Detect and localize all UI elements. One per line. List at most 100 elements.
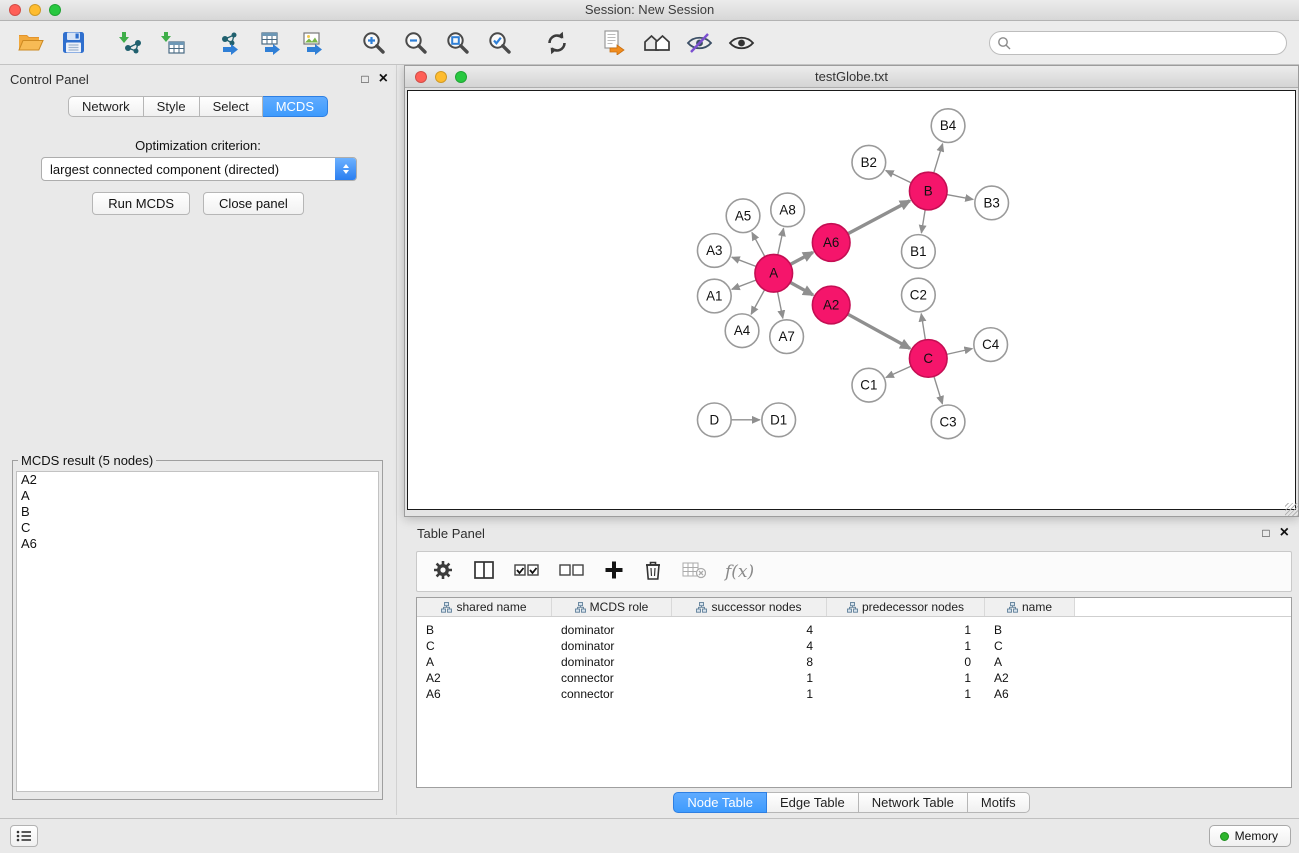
graph-edge-C-C4[interactable] <box>947 349 973 355</box>
table-row[interactable]: Adominator80A <box>417 654 1291 670</box>
save-session-button[interactable] <box>57 27 89 59</box>
column-header-successor-nodes[interactable]: successor nodes <box>672 598 827 616</box>
graph-node-A6[interactable]: A6 <box>812 224 850 262</box>
graph-node-D[interactable]: D <box>697 403 731 437</box>
graph-edge-A-A6[interactable] <box>790 252 812 264</box>
import-network-file-button[interactable] <box>115 27 147 59</box>
home-view-button[interactable] <box>641 27 673 59</box>
graph-node-C4[interactable]: C4 <box>974 328 1008 362</box>
graph-edge-A-A4[interactable] <box>751 290 764 315</box>
close-window-button[interactable] <box>9 4 21 16</box>
graph-edge-A6-B[interactable] <box>848 201 910 234</box>
open-session-button[interactable] <box>15 27 47 59</box>
graph-node-A[interactable]: A <box>755 254 793 292</box>
tab-select[interactable]: Select <box>200 96 263 117</box>
graph-edge-B-B1[interactable] <box>921 210 925 233</box>
zoom-in-button[interactable] <box>357 27 389 59</box>
graph-node-A8[interactable]: A8 <box>771 193 805 227</box>
add-row-button[interactable] <box>604 560 624 583</box>
column-header-mcds-role[interactable]: MCDS role <box>552 598 672 616</box>
graph-node-A1[interactable]: A1 <box>697 279 731 313</box>
tab-node-table[interactable]: Node Table <box>673 792 767 813</box>
run-mcds-button[interactable]: Run MCDS <box>92 192 190 215</box>
delete-row-button[interactable] <box>643 559 663 584</box>
hide-details-button[interactable] <box>683 27 715 59</box>
graph-node-B[interactable]: B <box>909 172 947 210</box>
export-image-button[interactable] <box>299 27 331 59</box>
close-network-window-button[interactable] <box>415 71 427 83</box>
mcds-result-item[interactable]: A6 <box>17 536 378 552</box>
import-table-file-button[interactable] <box>157 27 189 59</box>
graph-node-C2[interactable]: C2 <box>902 278 936 312</box>
close-panel-icon[interactable]: × <box>379 73 388 85</box>
zoom-selected-button[interactable] <box>483 27 515 59</box>
graph-edge-C-C1[interactable] <box>886 366 911 377</box>
tab-style[interactable]: Style <box>144 96 200 117</box>
minimize-window-button[interactable] <box>29 4 41 16</box>
refresh-button[interactable] <box>541 27 573 59</box>
graph-node-D1[interactable]: D1 <box>762 403 796 437</box>
graph-edge-A-A5[interactable] <box>752 232 765 256</box>
export-network-button[interactable] <box>215 27 247 59</box>
graph-edge-C-C2[interactable] <box>921 314 925 340</box>
close-table-panel-icon[interactable]: × <box>1280 527 1289 539</box>
resize-grip[interactable] <box>1285 503 1298 516</box>
show-details-button[interactable] <box>725 27 757 59</box>
graph-edge-A-A7[interactable] <box>778 292 783 319</box>
graph-node-A5[interactable]: A5 <box>726 199 760 233</box>
deselect-all-button[interactable] <box>559 562 585 581</box>
network-graph[interactable]: B4 B2 B B3 A8 A5 A6 A3 B1 A C2 A1 A2 A4 A7 C4 C C1 D D1 C3 <box>408 91 1295 509</box>
graph-node-A2[interactable]: A2 <box>812 286 850 324</box>
export-table-button[interactable] <box>257 27 289 59</box>
column-visibility-button[interactable] <box>473 560 495 583</box>
mcds-result-list[interactable]: A2ABCA6 <box>16 471 379 792</box>
maximize-network-window-button[interactable] <box>455 71 467 83</box>
minimize-network-window-button[interactable] <box>435 71 447 83</box>
graph-edge-B-B4[interactable] <box>934 144 943 173</box>
search-input[interactable] <box>989 31 1287 55</box>
table-row[interactable]: A6connector11A6 <box>417 686 1291 702</box>
network-canvas[interactable]: B4 B2 B B3 A8 A5 A6 A3 B1 A C2 A1 A2 A4 A7 C4 C C1 D D1 C3 <box>407 90 1296 510</box>
zoom-out-button[interactable] <box>399 27 431 59</box>
graph-edge-A-A3[interactable] <box>732 257 756 266</box>
graph-edge-A-A8[interactable] <box>778 228 784 255</box>
zoom-fit-button[interactable] <box>441 27 473 59</box>
graph-node-A7[interactable]: A7 <box>770 320 804 354</box>
mcds-result-item[interactable]: B <box>17 504 378 520</box>
graph-node-C1[interactable]: C1 <box>852 368 886 402</box>
memory-button[interactable]: Memory <box>1209 825 1291 847</box>
float-panel-icon[interactable]: □ <box>361 73 368 85</box>
graph-node-B3[interactable]: B3 <box>975 186 1009 220</box>
graph-node-C3[interactable]: C3 <box>931 405 965 439</box>
graph-edge-B-B2[interactable] <box>886 171 912 183</box>
close-panel-button[interactable]: Close panel <box>203 192 304 215</box>
maximize-window-button[interactable] <box>49 4 61 16</box>
delete-column-button[interactable] <box>682 561 706 582</box>
table-settings-button[interactable] <box>432 559 454 584</box>
graph-node-B1[interactable]: B1 <box>902 235 936 269</box>
tab-network-table[interactable]: Network Table <box>859 792 968 813</box>
graph-node-C[interactable]: C <box>909 340 947 378</box>
task-history-button[interactable] <box>10 825 38 847</box>
mcds-result-item[interactable]: C <box>17 520 378 536</box>
tab-network[interactable]: Network <box>68 96 144 117</box>
graph-node-B4[interactable]: B4 <box>931 109 965 143</box>
graph-node-A3[interactable]: A3 <box>697 234 731 268</box>
graph-edge-C-C3[interactable] <box>934 376 943 404</box>
graph-edge-B-B3[interactable] <box>947 195 973 200</box>
mcds-result-item[interactable]: A2 <box>17 472 378 488</box>
function-builder-button[interactable]: f(x) <box>725 562 754 582</box>
graph-node-B2[interactable]: B2 <box>852 145 886 179</box>
float-table-panel-icon[interactable]: □ <box>1262 527 1269 539</box>
table-row[interactable]: Cdominator41C <box>417 638 1291 654</box>
graph-node-A4[interactable]: A4 <box>725 314 759 348</box>
optimization-criterion-select[interactable]: largest connected component (directed) <box>41 157 357 181</box>
table-row[interactable]: A2connector11A2 <box>417 670 1291 686</box>
column-header-shared-name[interactable]: shared name <box>417 598 552 616</box>
tab-mcds[interactable]: MCDS <box>263 96 328 117</box>
graph-edge-A-A2[interactable] <box>790 282 813 295</box>
table-row[interactable]: Bdominator41B <box>417 622 1291 638</box>
tab-motifs[interactable]: Motifs <box>968 792 1030 813</box>
graph-edge-A2-C[interactable] <box>848 314 910 348</box>
first-neighbors-button[interactable] <box>599 27 631 59</box>
